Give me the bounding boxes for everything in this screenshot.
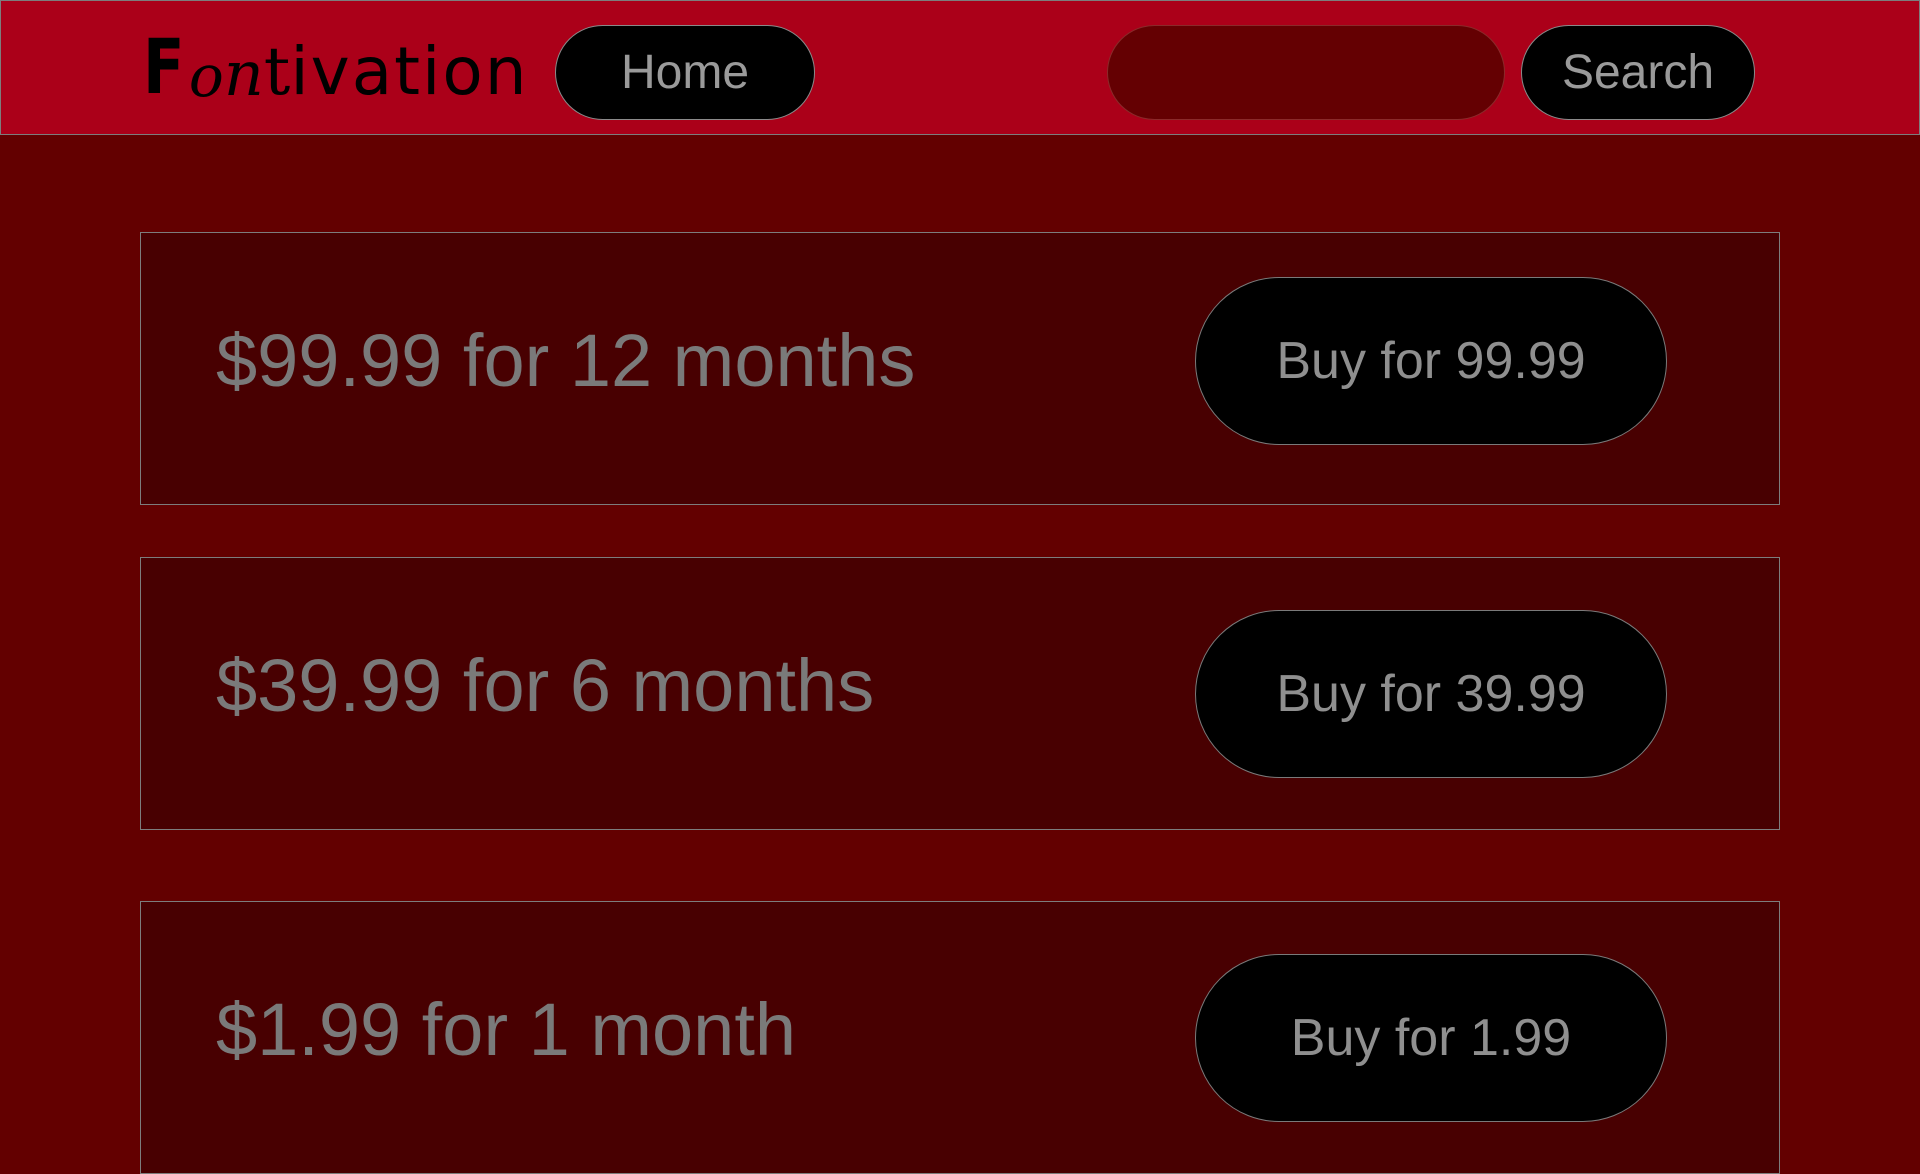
search-input[interactable] (1107, 25, 1505, 120)
buy-button-label: Buy for 99.99 (1276, 332, 1586, 390)
home-button-label: Home (620, 46, 750, 99)
plan-card-12-months: $99.99 for 12 months Buy for 99.99 (140, 232, 1780, 505)
buy-1-99-button[interactable]: Buy for 1.99 (1195, 954, 1667, 1122)
plan-price-label: $1.99 for 1 month (216, 988, 797, 1071)
plan-card-6-months: $39.99 for 6 months Buy for 39.99 (140, 557, 1780, 830)
search-button-label: Search (1561, 46, 1715, 99)
plan-card-1-month: $1.99 for 1 month Buy for 1.99 (140, 901, 1780, 1174)
plan-price-label: $99.99 for 12 months (216, 319, 916, 402)
buy-39-99-button[interactable]: Buy for 39.99 (1195, 610, 1667, 778)
buy-99-99-button[interactable]: Buy for 99.99 (1195, 277, 1667, 445)
buy-button-label: Buy for 39.99 (1276, 665, 1586, 723)
plan-price-label: $39.99 for 6 months (216, 644, 875, 727)
buy-button-label: Buy for 1.99 (1290, 1009, 1572, 1067)
app-logo[interactable]: F o n t ivation (143, 25, 529, 106)
home-button[interactable]: Home (555, 25, 815, 120)
search-button[interactable]: Search (1521, 25, 1755, 120)
top-navbar: F o n t ivation Home Search (0, 0, 1920, 135)
